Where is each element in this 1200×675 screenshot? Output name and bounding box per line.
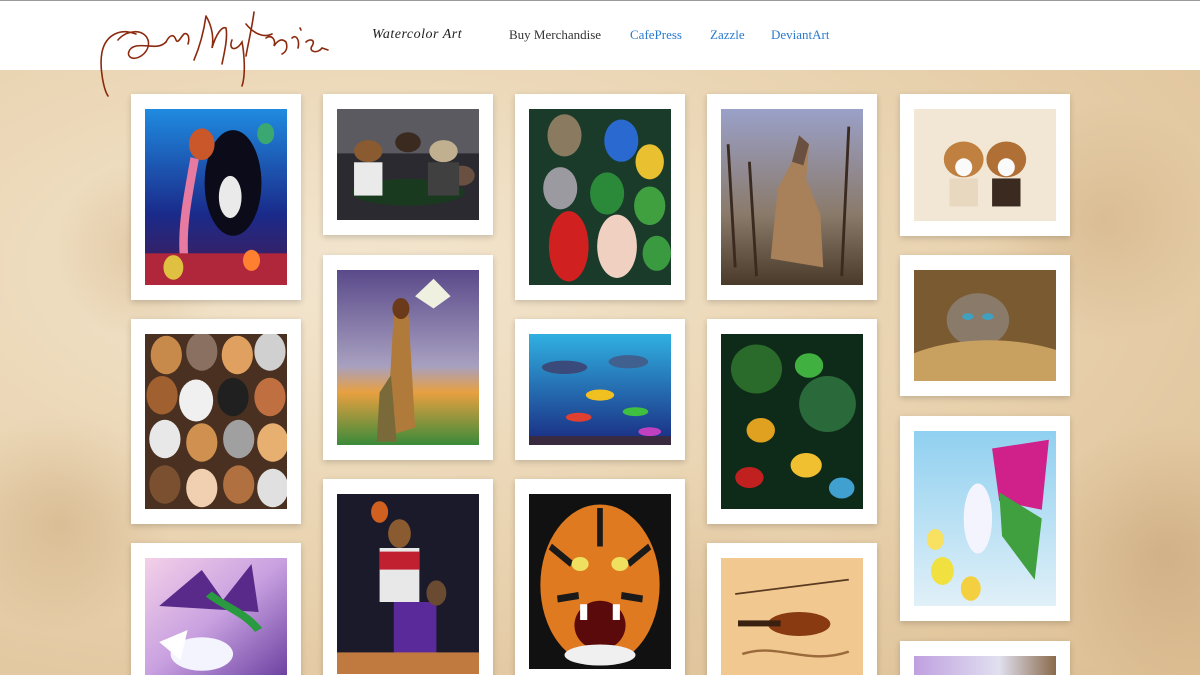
gallery-tile-wolf[interactable] (707, 94, 877, 300)
painting-parrots (529, 109, 671, 285)
gallery-tile-basketball[interactable] (323, 479, 493, 675)
painting-partial (914, 656, 1056, 675)
painting-dragon-pegasus (145, 558, 287, 675)
painting-tree-frogs (721, 334, 863, 509)
gallery-tile-violins[interactable] (707, 543, 877, 675)
painting-kittens-collage (145, 334, 287, 509)
painting-mermaid-orca (145, 109, 287, 285)
gallery-tile-frogs[interactable] (707, 319, 877, 524)
painting-native-warrior (337, 270, 479, 445)
gallery-tile-dragon[interactable] (131, 543, 301, 675)
gallery-tile-kitten-basket[interactable] (900, 255, 1070, 396)
nav-zazzle[interactable]: Zazzle (710, 27, 745, 43)
painting-kitten-basket (914, 270, 1056, 381)
painting-basketball-dogs (337, 494, 479, 674)
gallery-tile-underwater[interactable] (515, 319, 685, 460)
painting-violins (721, 558, 863, 675)
painting-beagle-puppies (914, 109, 1056, 221)
gallery-tile-kittens[interactable] (131, 319, 301, 524)
painting-fairy-flowers (914, 431, 1056, 606)
painting-dogs-poker (337, 109, 479, 220)
gallery-tile-beagles[interactable] (900, 94, 1070, 236)
gallery-tile-warrior[interactable] (323, 255, 493, 460)
gallery-tile-parrots[interactable] (515, 94, 685, 300)
painting-roaring-tiger (529, 494, 671, 669)
gallery-tile-tiger[interactable] (515, 479, 685, 675)
gallery-tile-poker-dogs[interactable] (323, 94, 493, 235)
nav-cafepress[interactable]: CafePress (630, 27, 682, 43)
signature-logo[interactable] (96, 4, 332, 100)
gallery-tile-fairy[interactable] (900, 416, 1070, 621)
nav-deviantart[interactable]: DeviantArt (771, 27, 829, 43)
nav-watercolor-art[interactable]: Watercolor Art (372, 27, 462, 43)
painting-underwater-scene (529, 334, 671, 445)
gallery-tile-mermaid[interactable] (131, 94, 301, 300)
gallery-tile-partial[interactable] (900, 641, 1070, 675)
nav-buy-merchandise[interactable]: Buy Merchandise (509, 27, 601, 43)
painting-howling-wolf (721, 109, 863, 285)
